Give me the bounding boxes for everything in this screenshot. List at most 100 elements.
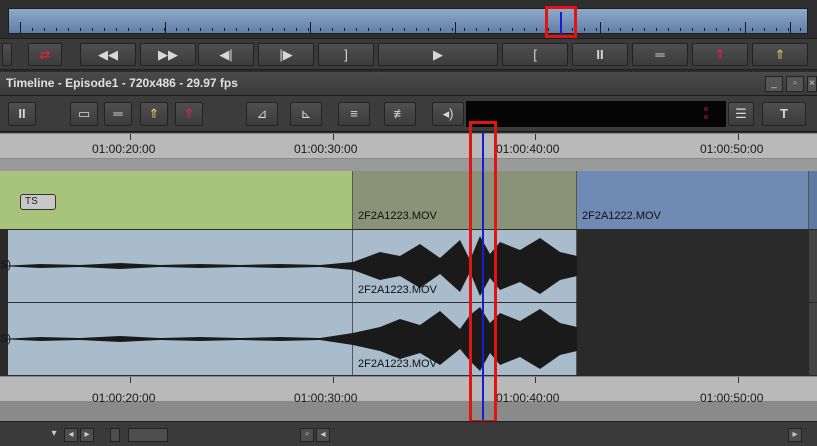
position-minor-tick: [236, 28, 237, 31]
segment-mode-button[interactable]: ⊿: [246, 102, 278, 126]
position-minor-tick: [716, 28, 717, 31]
scroll-left-button[interactable]: ◂: [64, 428, 78, 442]
clip-name-label: 2F2A1223.MOV: [358, 358, 437, 370]
track-menu-button[interactable]: ▾: [46, 428, 62, 442]
timecode-label: 01:00:50:00: [700, 142, 764, 156]
clip-name-label: 2F2A1223.MOV: [358, 210, 437, 222]
position-minor-tick: [776, 28, 777, 31]
position-minor-tick: [524, 28, 525, 31]
position-minor-tick: [440, 28, 441, 31]
position-minor-tick: [128, 28, 129, 31]
position-minor-tick: [356, 28, 357, 31]
position-minor-tick: [512, 28, 513, 31]
ruler-spacer: [0, 159, 817, 171]
audio-track-label: S): [0, 259, 11, 271]
track-scrollbar[interactable]: [809, 303, 817, 375]
fast-forward-button[interactable]: ▶▶: [140, 43, 196, 66]
scroll-right-button[interactable]: ▸: [80, 428, 94, 442]
position-minor-tick: [668, 28, 669, 31]
clear-marks-button[interactable]: ═: [632, 43, 688, 66]
position-minor-tick: [44, 28, 45, 31]
clear-in-tl-button[interactable]: ▭: [70, 102, 98, 126]
window-title: Timeline - Episode1 - 720x486 - 29.97 fp…: [6, 76, 238, 90]
rewind-button[interactable]: ◀◀: [80, 43, 136, 66]
mark-clip-button[interactable]: [2, 43, 12, 66]
position-tick: [310, 22, 311, 34]
mark-out-button[interactable]: ]: [318, 43, 374, 66]
step-back-button[interactable]: ◀|: [198, 43, 254, 66]
position-minor-tick: [620, 28, 621, 31]
position-minor-tick: [728, 28, 729, 31]
position-minor-tick: [680, 28, 681, 31]
mark-clip-source-button[interactable]: II: [572, 43, 628, 66]
position-minor-tick: [152, 28, 153, 31]
audio-button[interactable]: ◂): [432, 102, 464, 126]
position-minor-tick: [464, 28, 465, 31]
clip-name-label: 2F2A1222.MOV: [582, 210, 661, 222]
position-minor-tick: [500, 28, 501, 31]
mark-clip-tl-button[interactable]: II: [8, 102, 36, 126]
close-button[interactable]: ×: [807, 76, 817, 92]
mark-in-button[interactable]: [: [502, 43, 568, 66]
position-minor-tick: [404, 28, 405, 31]
timecode-ruler-bottom[interactable]: 01:00:20:00 01:00:30:00 01:00:40:00 01:0…: [0, 376, 817, 405]
position-minor-tick: [332, 28, 333, 31]
minimize-button[interactable]: _: [765, 76, 783, 92]
timecode-label: 01:00:30:00: [294, 142, 358, 156]
position-minor-tick: [608, 28, 609, 31]
extract-tl-button[interactable]: ⇑: [175, 102, 203, 126]
position-indicator[interactable]: [560, 12, 562, 34]
position-minor-tick: [428, 28, 429, 31]
position-minor-tick: [296, 28, 297, 31]
extract-button[interactable]: ⇑: [692, 43, 748, 66]
trim-mode-button[interactable]: ⊾: [290, 102, 322, 126]
maximize-button[interactable]: ▫: [786, 76, 804, 92]
zoom-slider-track[interactable]: [128, 428, 168, 442]
splice-in-button[interactable]: ≢: [384, 102, 416, 126]
position-minor-tick: [692, 28, 693, 31]
focus-button[interactable]: ▫: [300, 428, 314, 442]
clip-name-label: 2F2A1223.MOV: [358, 284, 437, 296]
position-minor-tick: [284, 28, 285, 31]
source-toolbar: ⇄ ◀◀ ▶▶ ◀| |▶ ] ▶ [ II ═ ⇑ ⇑: [0, 38, 817, 70]
position-minor-tick: [260, 28, 261, 31]
audio-track-label: S): [0, 333, 11, 345]
ruler-tick: [738, 377, 739, 383]
zoom-slider-thumb[interactable]: [110, 428, 120, 442]
position-minor-tick: [476, 28, 477, 31]
track-scrollbar[interactable]: [809, 230, 817, 302]
ruler-tick: [333, 377, 334, 383]
position-minor-tick: [392, 28, 393, 31]
position-minor-tick: [452, 28, 453, 31]
clear-marks-tl-button[interactable]: ═: [104, 102, 132, 126]
lift-button[interactable]: ⇑: [752, 43, 808, 66]
splice-button[interactable]: ⇄: [28, 43, 62, 66]
menu-button[interactable]: ☰: [728, 102, 754, 126]
track-scrollbar[interactable]: [809, 171, 817, 229]
ruler-tick: [738, 134, 739, 140]
position-minor-tick: [704, 28, 705, 31]
badge-label: TS: [25, 196, 38, 207]
position-minor-tick: [200, 28, 201, 31]
position-bar[interactable]: [0, 0, 817, 38]
timecode-ruler-top[interactable]: 01:00:20:00 01:00:30:00 01:00:40:00 01:0…: [0, 133, 817, 159]
level-led: [704, 115, 708, 119]
position-minor-tick: [92, 28, 93, 31]
position-tick: [600, 22, 601, 34]
position-minor-tick: [68, 28, 69, 31]
text-tool-button[interactable]: T: [762, 102, 806, 126]
position-minor-tick: [212, 28, 213, 31]
scroll-track-left-button[interactable]: ◂: [316, 428, 330, 442]
position-minor-tick: [164, 28, 165, 31]
overwrite-button[interactable]: ≡: [338, 102, 370, 126]
position-minor-tick: [416, 28, 417, 31]
step-forward-button[interactable]: |▶: [258, 43, 314, 66]
position-tick: [165, 22, 166, 34]
lift-tl-button[interactable]: ⇑: [140, 102, 168, 126]
position-minor-tick: [632, 28, 633, 31]
position-minor-tick: [368, 28, 369, 31]
position-minor-tick: [788, 28, 789, 31]
scroll-track-right-button[interactable]: ▸: [788, 428, 802, 442]
position-minor-tick: [644, 28, 645, 31]
play-button[interactable]: ▶: [378, 43, 498, 66]
